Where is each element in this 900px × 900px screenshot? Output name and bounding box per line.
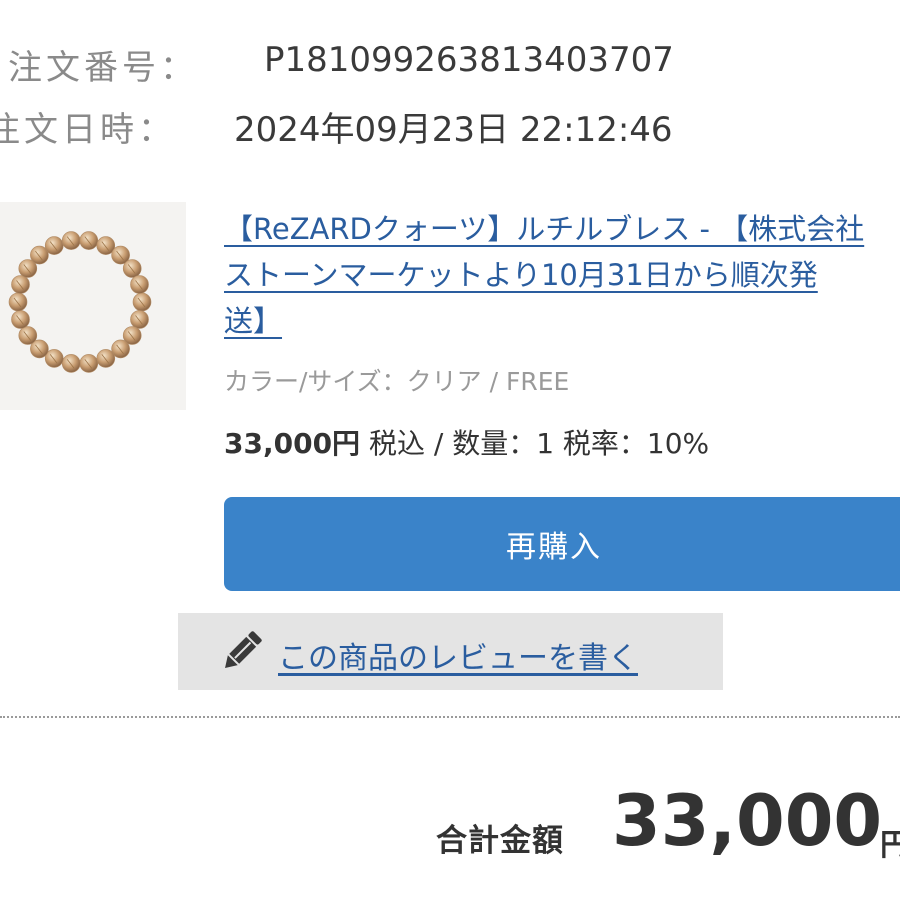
product-title-link[interactable]: 【ReZARDクォーツ】ルチルブレス - 【株式会社 ストーンマーケットより10… [224,206,900,344]
price-details: 税込 / 数量：1 税率：10% [360,427,710,460]
product-price: 33,000円 [224,427,361,460]
order-date-value: 2024年09月23日 22:12:46 [234,110,673,150]
total-amount: 33,000 [612,780,883,862]
bead [79,354,99,373]
total-label: 合計金額 [436,823,564,859]
product-thumbnail[interactable] [0,202,186,410]
bead [130,310,149,329]
bead [61,354,81,373]
bead [8,292,28,312]
order-date-label: 注文日時： [0,110,176,150]
rutile-bracelet-image [8,231,152,373]
bead [122,259,142,278]
bead [130,275,149,294]
section-divider [0,716,900,718]
bead [44,236,64,255]
bead [61,231,81,250]
bead [18,326,38,345]
bead [96,349,116,368]
product-title-line1: 【ReZARDクォーツ】ルチルブレス - 【株式会社 [224,212,865,246]
rebuy-button[interactable]: 再購入 [224,497,900,591]
rebuy-button-label: 再購入 [506,530,602,565]
bead [132,292,152,312]
total-currency: 円 [880,828,900,863]
product-title-line2: ストーンマーケットより10月31日から順次発 [224,258,818,292]
bead [11,275,30,294]
bead [79,231,99,250]
write-review-link[interactable]: この商品のレビューを書く [278,633,638,677]
bead [11,310,30,329]
product-title-line3: 送】 [224,304,283,338]
write-review-box: この商品のレビューを書く [178,613,723,690]
product-variant: カラー/サイズ：クリア / FREE [224,367,570,396]
order-number-value: P181099263813403707 [264,40,674,80]
price-line: 33,000円 税込 / 数量：1 税率：10% [224,422,709,462]
pencil-icon [225,631,262,668]
order-number-label: 注文番号： [8,48,198,88]
